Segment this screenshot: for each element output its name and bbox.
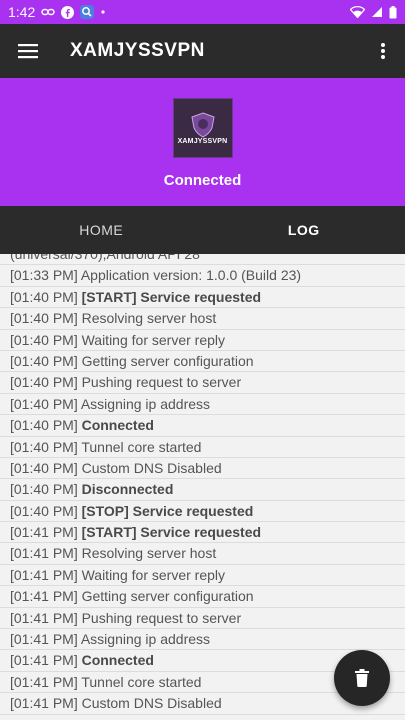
connection-header: XAMJYSSVPN Connected xyxy=(0,78,405,206)
tab-bar: HOME LOG xyxy=(0,206,405,254)
log-entry: [01:33 PM] Application version: 1.0.0 (B… xyxy=(0,265,405,287)
log-entry: [01:40 PM] [STOP] Service requested xyxy=(0,501,405,523)
log-list-content: (universal/370),Android API 28 [01:33 PM]… xyxy=(0,254,405,715)
log-entry: [01:40 PM] Disconnected xyxy=(0,479,405,501)
more-vert-icon xyxy=(381,43,385,59)
connection-status: Connected xyxy=(163,172,242,189)
logo-text: XAMJYSSVPN xyxy=(177,137,228,145)
app-bar: XAMJYSSVPN xyxy=(0,24,405,78)
tab-log-label: LOG xyxy=(287,222,320,238)
log-entry-time: [01:41 PM] xyxy=(10,588,78,605)
log-entry-message: Waiting for server reply xyxy=(81,331,226,348)
log-entry-message: Assigning ip address xyxy=(80,395,211,412)
log-entry-time: [01:33 PM] xyxy=(10,267,78,284)
log-entry-time: [01:41 PM] xyxy=(10,673,78,690)
log-entry-message: Getting server configuration xyxy=(81,352,254,369)
log-entry-message: Resolving server host xyxy=(81,310,217,327)
log-entry: [01:40 PM] Connected xyxy=(0,415,405,437)
status-time: 1:42 xyxy=(8,4,36,20)
log-entry-time: [01:40 PM] xyxy=(10,438,78,455)
log-entry: [01:41 PM] Assigning ip address xyxy=(0,629,405,651)
more-options-button[interactable] xyxy=(361,24,405,78)
log-entry-message: (universal/370),Android API 28 xyxy=(10,254,200,262)
log-entry-message: Custom DNS Disabled xyxy=(81,695,222,712)
log-entry-time: [01:41 PM] xyxy=(10,566,78,583)
search-icon xyxy=(80,5,95,19)
log-entry-time: [01:40 PM] xyxy=(10,481,78,498)
log-entry: [01:40 PM] Waiting for server reply xyxy=(0,330,405,351)
log-entry: [01:41 PM] Getting server configuration xyxy=(0,586,405,608)
log-entry-time: [01:40 PM] xyxy=(10,374,78,391)
status-bar: 1:42 xyxy=(0,0,405,24)
log-entry-message: Getting server configuration xyxy=(81,588,254,605)
log-entry-message: Custom DNS Disabled xyxy=(81,459,222,476)
tab-home-label: HOME xyxy=(79,222,124,238)
log-entry-message: Application version: 1.0.0 (Build 23) xyxy=(80,267,302,284)
wifi-icon xyxy=(350,6,365,18)
app-title: XAMJYSSVPN xyxy=(70,40,205,61)
app-logo: XAMJYSSVPN xyxy=(172,98,233,158)
log-entry: [01:40 PM] Custom DNS Disabled xyxy=(0,458,405,480)
log-entry-time: [01:40 PM] xyxy=(10,352,78,369)
log-entry-time: [01:41 PM] xyxy=(10,695,78,712)
tab-home[interactable]: HOME xyxy=(0,206,203,254)
log-entry-time: [01:40 PM] xyxy=(10,395,78,412)
log-entry: [01:40 PM] Pushing request to server xyxy=(0,372,405,394)
log-entry-time: [01:40 PM] xyxy=(10,331,78,348)
log-entry-time: [01:41 PM] xyxy=(10,631,78,648)
log-entry-message: Connected xyxy=(81,417,154,434)
log-entry: (universal/370),Android API 28 xyxy=(0,254,405,266)
battery-icon xyxy=(389,5,397,19)
log-entry: [01:41 PM] Resolving server host xyxy=(0,543,405,565)
log-entry-message: [START] Service requested xyxy=(81,288,262,305)
log-entry-time: [01:40 PM] xyxy=(10,417,78,434)
log-entry-message: Disconnected xyxy=(81,481,174,498)
log-entry-message: [STOP] Service requested xyxy=(81,502,254,519)
clear-log-button[interactable] xyxy=(334,650,390,706)
log-entry-message: Resolving server host xyxy=(81,545,217,562)
log-entry: [01:41 PM] Pushing request to server xyxy=(0,608,405,630)
log-entry-time: [01:41 PM] xyxy=(10,524,78,541)
log-entry: [01:40 PM] Tunnel core started xyxy=(0,437,405,458)
facebook-icon xyxy=(61,5,75,19)
log-entry-message: Pushing request to server xyxy=(81,374,242,391)
log-entry-time: [01:41 PM] xyxy=(10,545,78,562)
log-entry-time: [01:41 PM] xyxy=(10,652,78,669)
log-entry-message: Tunnel core started xyxy=(81,673,202,690)
menu-button[interactable] xyxy=(0,24,56,78)
trash-icon xyxy=(355,669,369,687)
log-entry-time: [01:40 PM] xyxy=(10,459,78,476)
log-entry-time: [01:40 PM] xyxy=(10,502,78,519)
notification-dot-icon xyxy=(100,9,106,15)
log-entry: [01:41 PM] Waiting for server reply xyxy=(0,565,405,587)
log-entry: [01:40 PM] Getting server configuration xyxy=(0,351,405,373)
log-list[interactable]: (universal/370),Android API 28 [01:33 PM]… xyxy=(0,254,405,720)
log-entry-time: [01:40 PM] xyxy=(10,310,78,327)
log-entry-time: [01:41 PM] xyxy=(10,609,78,626)
log-entry: [01:40 PM] Resolving server host xyxy=(0,308,405,330)
log-entry-message: Tunnel core started xyxy=(81,438,202,455)
log-entry-message: Pushing request to server xyxy=(81,609,242,626)
log-entry-message: Connected xyxy=(81,652,154,669)
signal-icon xyxy=(371,6,383,18)
log-entry-message: Assigning ip address xyxy=(80,631,211,648)
link-icon xyxy=(41,7,55,17)
log-entry: [01:40 PM] [START] Service requested xyxy=(0,287,405,309)
shield-icon xyxy=(190,111,215,138)
log-entry-message: Waiting for server reply xyxy=(81,566,226,583)
tab-log[interactable]: LOG xyxy=(203,206,405,254)
log-entry-time: [01:40 PM] xyxy=(10,288,78,305)
log-entry: [01:40 PM] Assigning ip address xyxy=(0,394,405,416)
hamburger-icon xyxy=(18,44,38,59)
log-entry: [01:41 PM] [START] Service requested xyxy=(0,522,405,544)
log-entry-message: [START] Service requested xyxy=(81,524,262,541)
